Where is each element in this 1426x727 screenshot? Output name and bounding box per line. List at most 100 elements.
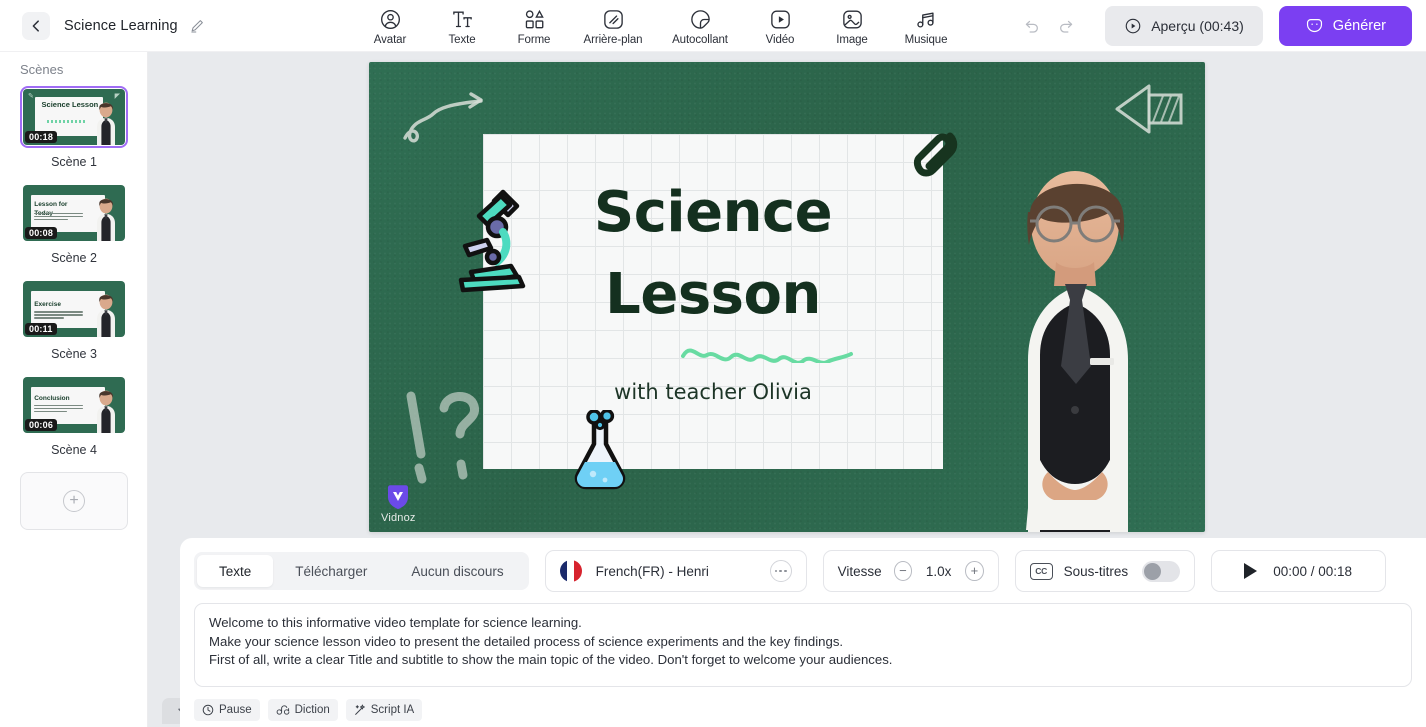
stage-title-line2[interactable]: Lesson [483,262,943,327]
scene-item[interactable]: ✎ ◤ Science Lesson 00:18 Scène 1 [0,86,147,180]
scene-item[interactable]: Conclusion 00:06 Scène 4 [0,374,147,468]
tab-texte[interactable]: Texte [197,555,274,587]
redo-icon [1060,20,1073,33]
script-textarea[interactable]: Welcome to this informative video templa… [194,603,1412,687]
speed-label: Vitesse [837,563,882,579]
scene-thumbnail-3[interactable]: Exercise 00:11 [20,278,128,340]
generate-button[interactable]: Générer [1278,5,1412,46]
plus-circle-icon[interactable]: + [965,561,984,581]
play-icon[interactable] [1244,563,1258,579]
chevron-left-icon [32,19,39,32]
script-source-tabs: Texte Télécharger Aucun discours [194,552,529,590]
undo-button[interactable] [1015,9,1049,43]
avatar-icon [379,7,402,31]
voice-selector[interactable]: French(FR) - Henri [544,550,807,592]
tool-autocollant[interactable]: Autocollant [656,5,744,46]
chalk-arrow-sticker[interactable] [1087,78,1187,140]
image-icon [841,7,864,31]
tool-texte[interactable]: Texte [426,5,498,46]
chip-script-ia[interactable]: Script IA [345,699,423,721]
underline-squiggle[interactable] [681,345,881,363]
scene-preview: Conclusion 00:06 [23,377,125,433]
vidnoz-logo-icon [388,485,409,510]
subtitles-toggle[interactable] [1141,560,1180,582]
scene-body-lines [34,213,84,222]
tool-label: Autocollant [672,34,728,46]
plus-icon: + [63,490,85,512]
tool-musique[interactable]: Musique [888,5,964,46]
subtitles-control: CC Sous-titres [1014,550,1195,592]
chalk-swirl-arrow[interactable] [399,84,489,146]
scene-board-title: Conclusion [34,394,70,402]
background-icon [602,7,625,31]
scenes-title: Scènes [20,62,64,77]
script-line: First of all, write a clear Title and su… [209,652,893,667]
scene-duration: 00:18 [25,131,58,143]
tab-aucun-discours[interactable]: Aucun discours [389,555,525,587]
topbar-left-group: Science Learning [0,11,340,40]
tool-label: Avatar [373,34,407,46]
scene-duration: 00:08 [25,227,58,239]
minus-circle-icon[interactable]: − [893,561,913,581]
scene-thumbnail-1[interactable]: ✎ ◤ Science Lesson 00:18 [20,86,128,148]
tab-telecharger[interactable]: Télécharger [273,555,389,587]
scene-body-lines [34,405,84,414]
speed-control: Vitesse − 1.0x + [822,550,999,592]
diction-icon [276,705,289,715]
scene-board-title: Exercise [34,301,61,309]
watermark-label: Vidnoz [381,512,416,524]
topbar-right-group: Aperçu (00:43) Générer [1015,5,1426,46]
scene-preview: Lesson for Today 00:08 [23,185,125,241]
tool-arriere-plan[interactable]: Arrière-plan [570,5,656,46]
tool-image[interactable]: Image [816,5,888,46]
add-scene-button[interactable]: + [20,472,128,530]
stage-title-line1[interactable]: Science [483,180,943,245]
chip-pause[interactable]: Pause [194,699,260,721]
stage-subtitle[interactable]: with teacher Olivia [483,380,943,404]
scene-duration: 00:06 [25,419,58,431]
scene-item[interactable]: Exercise 00:11 Scène 3 [0,278,147,372]
add-scene-item[interactable]: + [0,470,147,530]
back-button[interactable] [22,11,50,40]
tool-avatar[interactable]: Avatar [354,5,426,46]
presenter-avatar[interactable] [968,142,1183,532]
video-stage[interactable]: Science Lesson with teacher Olivia Vidno… [369,62,1205,532]
scene-duration: 00:11 [25,323,57,335]
top-toolbar: Science Learning Avatar Texte Forme Arri… [0,0,1426,52]
playback-time: 00:00 / 00:18 [1273,563,1353,579]
tool-label: Arrière-plan [583,34,643,46]
more-options-icon[interactable] [769,560,792,582]
scene-thumbnail-4[interactable]: Conclusion 00:06 [20,374,128,436]
sparkle-chat-icon [1306,19,1322,33]
generate-label: Générer [1332,17,1386,34]
shape-icon [523,7,546,31]
clock-icon [202,704,214,716]
vidnoz-watermark: Vidnoz [381,483,416,524]
music-icon [915,7,938,31]
presenter-thumb-icon [97,294,115,337]
tool-forme[interactable]: Forme [498,5,570,46]
tool-label: Musique [904,34,948,46]
undo-icon [1025,20,1039,33]
audio-player[interactable]: 00:00 / 00:18 [1210,550,1386,592]
pencil-icon [190,19,203,33]
subtitles-label: Sous-titres [1063,563,1129,579]
preview-button[interactable]: Aperçu (00:43) [1105,5,1263,46]
chip-diction[interactable]: Diction [267,699,338,721]
tool-video[interactable]: Vidéo [744,5,816,46]
flask-sticker[interactable] [569,410,631,494]
edit-title-button[interactable] [189,18,205,34]
scene-thumbnail-2[interactable]: Lesson for Today 00:08 [20,182,128,244]
paperclip-sticker[interactable] [909,124,969,186]
scene-label: Scène 3 [51,347,97,361]
chip-label: Pause [219,704,252,716]
video-editor-app: Science Learning Avatar Texte Forme Arri… [0,0,1426,727]
voice-info: French(FR) - Henri [559,560,709,582]
scene-preview: Exercise 00:11 [23,281,125,337]
presenter-thumb-icon [97,102,115,145]
presenter-thumb-icon [97,390,115,433]
scene-item[interactable]: Lesson for Today 00:08 Scène 2 [0,182,147,276]
tool-label: Image [836,34,868,46]
tool-label: Vidéo [765,34,795,46]
redo-button[interactable] [1049,9,1083,43]
